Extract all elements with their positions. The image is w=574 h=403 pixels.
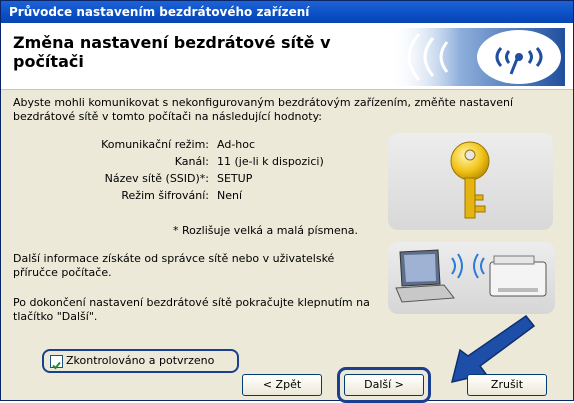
wizard-window: Průvodce nastavením bezdrátového zařízen…: [0, 0, 574, 403]
wireless-signal-icon: [389, 28, 565, 86]
setting-row-mode: Komunikační režim: Ad-hoc: [1, 136, 401, 153]
wizard-body: Abyste mohli komunikovat s nekonfigurova…: [1, 90, 573, 400]
next-button[interactable]: Další >: [344, 374, 424, 396]
setting-value: SETUP: [217, 172, 253, 185]
setting-label: Komunikační režim:: [101, 138, 209, 151]
setting-label: Název sítě (SSID)*:: [104, 172, 209, 185]
setting-row-ssid: Název sítě (SSID)*: SETUP: [1, 170, 401, 187]
setting-value: 11 (je-li k dispozici): [217, 155, 324, 168]
confirm-checkbox-highlight: Zkontrolováno a potvrzeno: [42, 349, 239, 373]
setting-label: Režim šifrování:: [121, 189, 209, 202]
page-title: Změna nastavení bezdrátové sítě v počíta…: [13, 33, 331, 71]
key-icon: [450, 141, 490, 219]
finish-text: Po dokončení nastavení bezdrátové sítě p…: [13, 296, 370, 323]
setting-row-channel: Kanál: 11 (je-li k dispozici): [1, 153, 401, 170]
intro-text: Abyste mohli komunikovat s nekonfigurova…: [13, 96, 514, 123]
back-button[interactable]: < Zpět: [242, 374, 322, 396]
key-image: [388, 133, 553, 230]
laptop-printer-wireless-icon: [395, 249, 547, 303]
setting-label: Kanál:: [174, 155, 209, 168]
confirm-checkbox-label[interactable]: Zkontrolováno a potvrzeno: [66, 354, 214, 367]
setting-row-encryption: Režim šifrování: Není: [1, 187, 401, 204]
cancel-button[interactable]: Zrušit: [467, 374, 547, 396]
wizard-header: Změna nastavení bezdrátové sítě v počíta…: [1, 23, 573, 90]
case-sensitive-note: * Rozlišuje velká a malá písmena.: [173, 224, 358, 237]
checkmark-icon: [52, 361, 61, 370]
setting-value: Není: [217, 189, 243, 202]
info-text: Další informace získáte od správce sítě …: [13, 252, 335, 279]
settings-list: Komunikační režim: Ad-hoc Kanál: 11 (je-…: [1, 136, 401, 204]
window-titlebar: Průvodce nastavením bezdrátového zařízen…: [1, 1, 573, 23]
laptop-printer-image: [388, 242, 555, 314]
confirm-checkbox[interactable]: [50, 355, 63, 370]
setting-value: Ad-hoc: [217, 138, 256, 151]
